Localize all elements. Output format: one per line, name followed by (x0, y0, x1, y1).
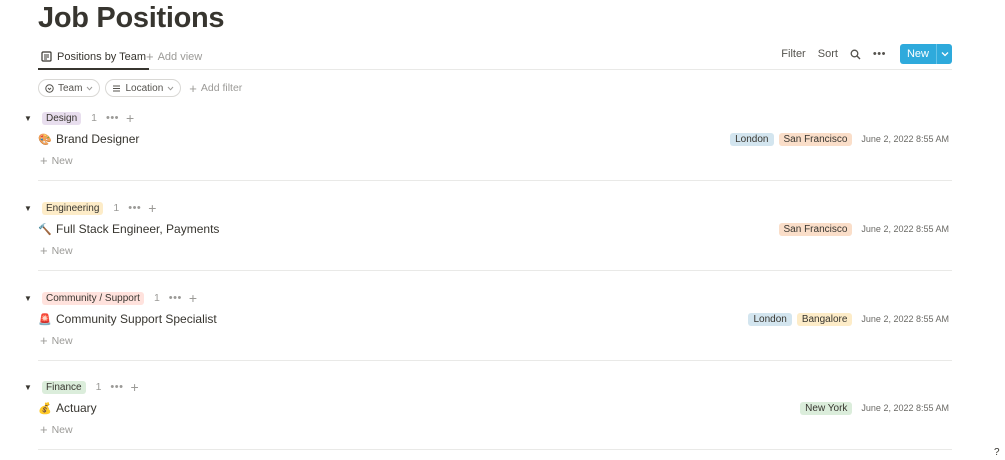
list-item[interactable]: 💰 Actuary New York June 2, 2022 8:55 AM (38, 400, 952, 416)
new-item-label: New (51, 423, 73, 436)
view-toolbar: Filter Sort ••• New (769, 43, 952, 65)
tab-positions-by-team[interactable]: Positions by Team (38, 45, 150, 70)
created-date: June 2, 2022 8:55 AM (861, 403, 949, 413)
add-view-button[interactable]: + Add view (146, 45, 202, 68)
created-date: June 2, 2022 8:55 AM (861, 134, 949, 144)
add-item-icon[interactable]: + (189, 291, 197, 305)
group-count: 1 (91, 112, 97, 124)
position-title[interactable]: Full Stack Engineer, Payments (56, 222, 219, 236)
plus-icon: + (40, 243, 48, 258)
view-tabs: Positions by Team + Add view Filter Sort… (38, 43, 952, 70)
group-count: 1 (153, 292, 160, 304)
plus-icon: + (40, 153, 48, 168)
new-item-button[interactable]: + New (40, 334, 73, 347)
new-item-label: New (51, 154, 73, 167)
more-options-icon[interactable]: ••• (873, 48, 886, 60)
new-button[interactable]: New (899, 44, 952, 64)
list-item[interactable]: 🚨 Community Support Specialist London Ba… (38, 311, 952, 327)
location-filter-label: Location (125, 82, 164, 94)
new-item-label: New (51, 244, 73, 257)
page: Job Positions Positions by Team + Add vi… (0, 0, 1005, 460)
new-item-label: New (51, 334, 73, 347)
group-header: ▼ Finance 1 ••• + (24, 378, 139, 396)
divider (38, 180, 952, 181)
plus-icon: + (40, 422, 48, 437)
add-item-icon[interactable]: + (126, 111, 134, 125)
location-filter-chip[interactable]: Location (105, 79, 182, 97)
collapse-toggle-icon[interactable]: ▼ (24, 114, 34, 123)
plus-icon: + (40, 333, 48, 348)
new-item-button[interactable]: + New (40, 244, 73, 257)
collapse-toggle-icon[interactable]: ▼ (24, 383, 34, 392)
chevron-down-icon (86, 86, 93, 91)
add-item-icon[interactable]: + (148, 201, 156, 215)
divider (38, 449, 952, 450)
group-header: ▼ Engineering 1 ••• + (24, 199, 156, 217)
chevron-down-icon[interactable] (936, 44, 952, 64)
add-filter-label: Add filter (200, 82, 243, 94)
chevron-down-icon (167, 86, 174, 91)
sort-button[interactable]: Sort (818, 48, 838, 60)
group-header: ▼ Community / Support 1 ••• + (24, 289, 197, 307)
new-item-button[interactable]: + New (40, 423, 73, 436)
location-tag: San Francisco (778, 132, 853, 146)
help-icon[interactable]: ? (994, 447, 1000, 458)
multi-select-icon (112, 84, 121, 93)
location-tag: London (748, 312, 792, 326)
search-icon[interactable] (850, 49, 861, 60)
row-properties: London San Francisco June 2, 2022 8:55 A… (725, 131, 949, 147)
divider (38, 270, 952, 271)
add-view-label: Add view (157, 50, 203, 63)
location-tag: Bangalore (796, 312, 853, 326)
group-count: 1 (95, 381, 102, 393)
row-properties: London Bangalore June 2, 2022 8:55 AM (743, 311, 949, 327)
new-item-button[interactable]: + New (40, 154, 73, 167)
list-item[interactable]: 🔨 Full Stack Engineer, Payments San Fran… (38, 221, 952, 237)
list-item[interactable]: 🎨 Brand Designer London San Francisco Ju… (38, 131, 952, 147)
location-tag: London (730, 132, 774, 146)
created-date: June 2, 2022 8:55 AM (861, 314, 949, 324)
position-title[interactable]: Brand Designer (56, 132, 139, 146)
hammer-icon: 🔨 (38, 223, 52, 236)
team-filter-chip[interactable]: Team (38, 79, 101, 97)
plus-icon: + (189, 80, 197, 96)
group-tag: Design (42, 111, 82, 125)
palette-icon: 🎨 (38, 133, 52, 146)
more-options-icon[interactable]: ••• (110, 381, 123, 393)
group-tag: Engineering (42, 201, 104, 215)
collapse-toggle-icon[interactable]: ▼ (24, 294, 34, 303)
more-options-icon[interactable]: ••• (169, 292, 182, 304)
location-tag: New York (800, 401, 853, 415)
row-properties: San Francisco June 2, 2022 8:55 AM (774, 221, 949, 237)
filter-button[interactable]: Filter (781, 48, 805, 60)
group-header: ▼ Design 1 ••• + (24, 109, 134, 127)
team-filter-label: Team (58, 82, 83, 94)
more-options-icon[interactable]: ••• (106, 112, 119, 124)
created-date: June 2, 2022 8:55 AM (861, 224, 949, 234)
tab-label: Positions by Team (57, 50, 147, 63)
group-count: 1 (113, 202, 120, 214)
divider (38, 360, 952, 361)
table-view-icon (41, 51, 52, 62)
location-tag: San Francisco (778, 222, 853, 236)
position-title[interactable]: Community Support Specialist (56, 312, 217, 326)
money-bag-icon: 💰 (38, 402, 52, 415)
position-title[interactable]: Actuary (56, 401, 97, 415)
select-property-icon (45, 83, 54, 93)
collapse-toggle-icon[interactable]: ▼ (24, 204, 34, 213)
filter-bar: Team Location + Add filter (38, 79, 242, 97)
new-button-label[interactable]: New (900, 44, 936, 64)
plus-icon: + (146, 49, 154, 64)
more-options-icon[interactable]: ••• (128, 202, 141, 214)
siren-icon: 🚨 (38, 313, 52, 326)
group-tag: Community / Support (42, 291, 144, 305)
add-item-icon[interactable]: + (130, 380, 138, 394)
row-properties: New York June 2, 2022 8:55 AM (795, 400, 949, 416)
page-title: Job Positions (38, 2, 225, 34)
group-tag: Finance (42, 380, 86, 394)
add-filter-button[interactable]: + Add filter (189, 82, 242, 95)
